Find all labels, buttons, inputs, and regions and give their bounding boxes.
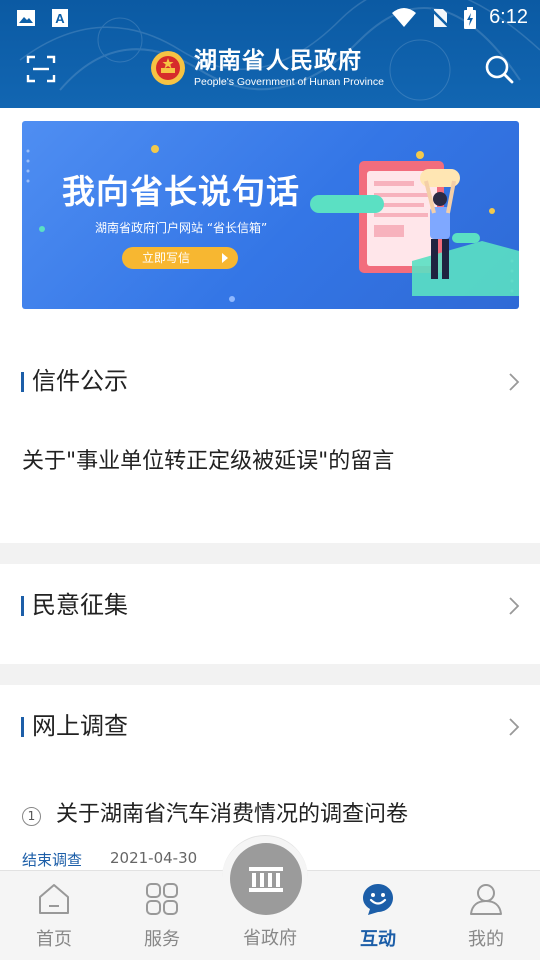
chevron-right-icon	[509, 373, 520, 391]
nav-interact[interactable]: 互动	[324, 871, 432, 960]
app-header: 湖南省人民政府 People's Government of Hunan Pro…	[0, 38, 540, 108]
nav-mine[interactable]: 我的	[432, 871, 540, 960]
nav-government[interactable]	[230, 843, 302, 915]
survey-date: 2021-04-30	[110, 849, 198, 867]
section-title-opinion: 民意征集	[32, 591, 128, 619]
status-bar: A 6:12	[0, 0, 540, 38]
a-icon: A	[52, 9, 68, 27]
brand-title: 湖南省人民政府	[194, 48, 362, 74]
nav-mine-label: 我的	[468, 929, 504, 950]
content-area[interactable]: 我向省长说句话 湖南省政府门户网站 “省长信箱” 立即写信 信件公示 关于"事业…	[0, 108, 540, 870]
brand: 湖南省人民政府 People's Government of Hunan Pro…	[150, 47, 384, 88]
banner-title: 我向省长说句话	[62, 172, 300, 211]
chevron-right-icon	[509, 597, 520, 615]
banner-subtitle: 湖南省政府门户网站 “省长信箱”	[95, 221, 268, 235]
grid-icon	[146, 883, 178, 915]
play-arrow-icon	[222, 253, 228, 263]
brand-subtitle: People's Government of Hunan Province	[194, 76, 384, 88]
nav-home-label: 首页	[36, 929, 72, 950]
nav-interact-label: 互动	[360, 929, 396, 950]
battery-icon	[464, 6, 477, 29]
section-accent-bar	[21, 717, 24, 737]
building-icon	[249, 867, 283, 892]
letters-card: 我向省长说句话 湖南省政府门户网站 “省长信箱” 立即写信 信件公示 关于"事业…	[0, 108, 540, 543]
section-header-letters[interactable]: 信件公示	[0, 362, 540, 402]
svg-text:A: A	[55, 11, 65, 26]
nav-government-label: 省政府	[243, 928, 297, 949]
nav-service[interactable]: 服务	[108, 871, 216, 960]
write-letter-label: 立即写信	[142, 251, 191, 265]
letter-item[interactable]: 关于"事业单位转正定级被延误"的留言	[22, 447, 394, 477]
scan-icon[interactable]	[24, 52, 58, 86]
governor-mailbox-banner[interactable]: 我向省长说句话 湖南省政府门户网站 “省长信箱” 立即写信	[22, 121, 519, 309]
section-title-letters: 信件公示	[32, 367, 128, 395]
write-letter-button[interactable]: 立即写信	[122, 247, 238, 269]
survey-status: 结束调查	[22, 851, 83, 869]
banner-illustration	[26, 145, 519, 302]
wifi-icon	[392, 7, 417, 27]
chat-smile-icon	[363, 884, 393, 915]
home-icon	[39, 884, 69, 914]
section-title-survey: 网上调查	[32, 712, 128, 740]
nav-home[interactable]: 首页	[0, 871, 108, 960]
section-accent-bar	[21, 596, 24, 616]
section-header-survey[interactable]: 网上调查	[0, 707, 540, 747]
status-time: 6:12	[489, 6, 528, 28]
chevron-right-icon	[509, 718, 520, 736]
survey-title[interactable]: 关于湖南省汽车消费情况的调查问卷	[56, 800, 408, 830]
image-icon	[17, 10, 35, 26]
nav-service-label: 服务	[144, 929, 180, 950]
search-icon[interactable]	[482, 52, 516, 86]
survey-index-badge: 1	[22, 807, 41, 826]
no-sim-icon	[430, 7, 450, 28]
section-accent-bar	[21, 372, 24, 392]
opinion-card: 民意征集	[0, 564, 540, 664]
top-bar: A 6:12 湖南省人民政府 People's Government of Hu…	[0, 0, 540, 108]
user-icon	[470, 884, 502, 915]
section-header-opinion[interactable]: 民意征集	[0, 586, 540, 626]
national-emblem-icon	[151, 50, 185, 85]
